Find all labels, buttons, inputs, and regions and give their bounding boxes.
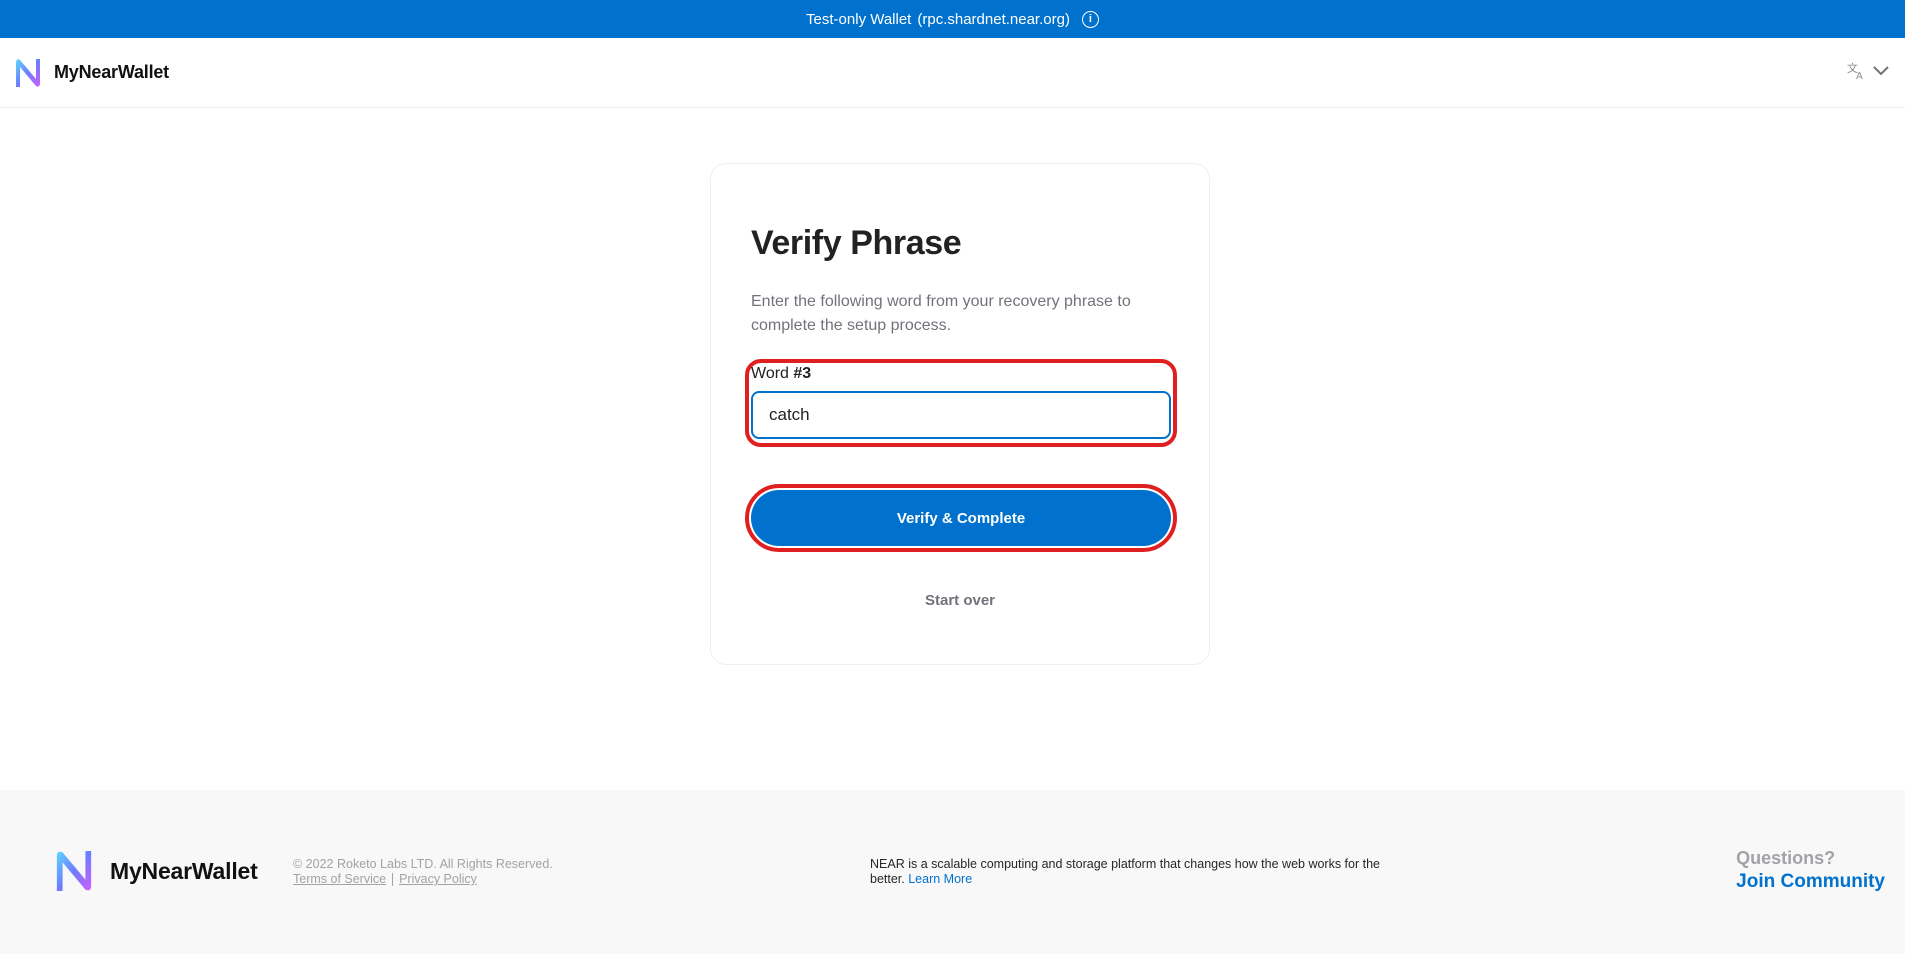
word-label: Word #3 (751, 365, 811, 383)
top-navbar: MyNearWallet 文 A (0, 38, 1905, 108)
mynearwallet-logo-icon (16, 58, 40, 87)
terms-link[interactable]: Terms of Service (293, 872, 386, 886)
language-selector[interactable]: 文 A (1847, 62, 1889, 80)
word-number: #3 (793, 365, 812, 382)
svg-text:A: A (1856, 71, 1863, 80)
page-title: Verify Phrase (751, 224, 962, 262)
translate-icon: 文 A (1847, 62, 1863, 80)
word-field-highlight: Word #3 (745, 359, 1177, 447)
info-icon[interactable]: i (1081, 10, 1099, 28)
footer: MyNearWallet © 2022 Roketo Labs LTD. All… (0, 790, 1905, 954)
join-community-link[interactable]: Join Community (1736, 871, 1885, 893)
word-label-prefix: Word (751, 365, 789, 382)
copyright-text: © 2022 Roketo Labs LTD. All Rights Reser… (293, 857, 553, 871)
main-content: Verify Phrase Enter the following word f… (0, 108, 1905, 790)
learn-more-link[interactable]: Learn More (908, 872, 972, 886)
brand-link[interactable]: MyNearWallet (14, 57, 169, 89)
verify-complete-button[interactable]: Verify & Complete (751, 490, 1171, 546)
footer-community: Questions? Join Community (1736, 848, 1885, 893)
verify-phrase-card: Verify Phrase Enter the following word f… (710, 163, 1210, 665)
verify-button-highlight: Verify & Complete (745, 484, 1177, 552)
privacy-link[interactable]: Privacy Policy (399, 872, 477, 886)
footer-brand-name: MyNearWallet (110, 857, 258, 884)
footer-about: NEAR is a scalable computing and storage… (870, 857, 1410, 887)
mynearwallet-logo-icon (56, 851, 92, 891)
footer-brand[interactable]: MyNearWallet (54, 848, 258, 894)
testnet-banner: Test-only Wallet (rpc.shardnet.near.org)… (0, 0, 1905, 38)
divider (392, 873, 394, 887)
brand-name: MyNearWallet (54, 62, 169, 82)
start-over-link[interactable]: Start over (711, 592, 1209, 609)
banner-label: Test-only Wallet (806, 10, 912, 28)
description-text: Enter the following word from your recov… (751, 293, 1131, 334)
chevron-down-icon (1873, 66, 1889, 76)
word-input[interactable] (751, 391, 1171, 439)
questions-text: Questions? (1736, 848, 1836, 868)
banner-rpc: (rpc.shardnet.near.org) (917, 10, 1070, 28)
footer-legal: © 2022 Roketo Labs LTD. All Rights Reser… (293, 857, 553, 887)
